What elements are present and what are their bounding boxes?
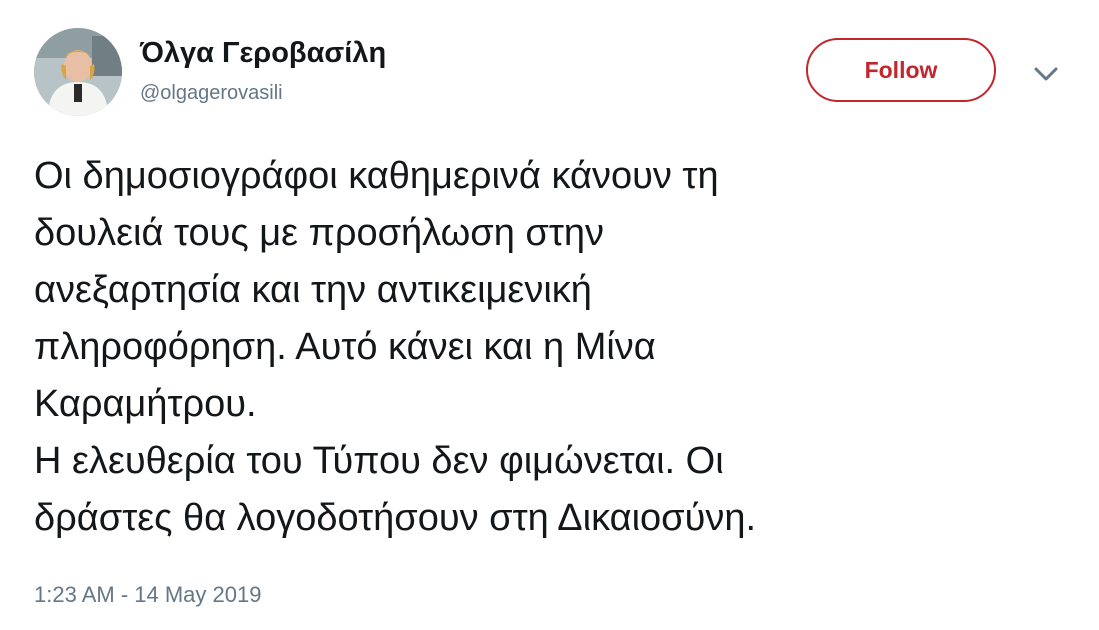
tweet-timestamp[interactable]: 1:23 AM - 14 May 2019	[34, 582, 261, 608]
chevron-down-icon[interactable]	[1030, 62, 1062, 86]
tweet-text-line: δουλειά τους με προσήλωση στην	[34, 212, 605, 254]
tweet-text-line: πληροφόρηση. Αυτό κάνει και η Μίνα	[34, 326, 656, 368]
tweet-text-line: Καραμήτρου.	[34, 383, 257, 425]
tweet-text-line: δράστες θα λογοδοτήσουν στη Δικαιοσύνη.	[34, 497, 757, 539]
follow-button[interactable]: Follow	[806, 38, 996, 102]
avatar[interactable]	[34, 28, 122, 116]
tweet-text-line: Η ελευθερία του Τύπου δεν φιμώνεται. Οι	[34, 440, 724, 482]
tweet-text: Οι δημοσιογράφοι καθημερινά κάνουν τη δο…	[34, 148, 1074, 547]
tweet-text-line: ανεξαρτησία και την αντικειμενική	[34, 269, 592, 311]
author-handle[interactable]: @olgagerovasili	[140, 82, 283, 105]
avatar-image	[34, 28, 122, 116]
tweet-text-line: Οι δημοσιογράφοι καθημερινά κάνουν τη	[34, 155, 719, 197]
tweet-card: Όλγα Γεροβασίλη @olgagerovasili Follow Ο…	[0, 0, 1099, 630]
author-name[interactable]: Όλγα Γεροβασίλη	[140, 37, 386, 70]
